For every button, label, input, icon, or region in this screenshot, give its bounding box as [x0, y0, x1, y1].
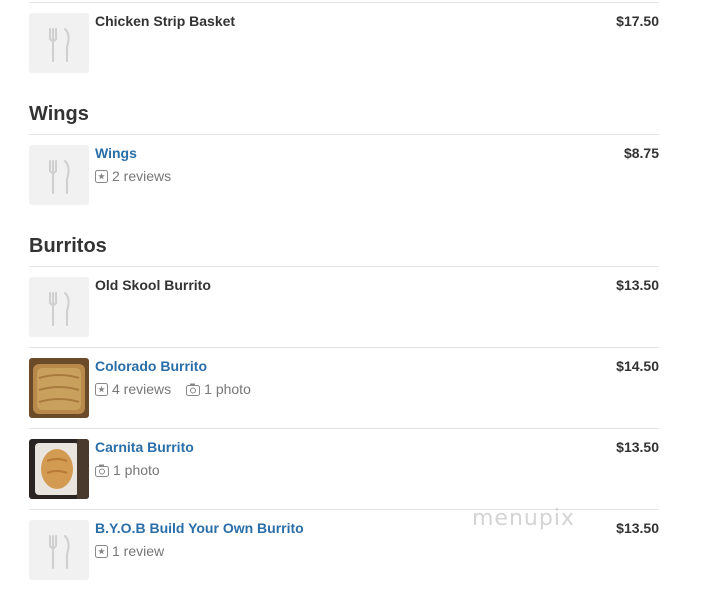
- section-divider: [29, 266, 659, 267]
- photos-link[interactable]: 1 photo: [186, 381, 251, 397]
- item-name-link[interactable]: B.Y.O.B Build Your Own Burrito: [95, 520, 304, 536]
- photos-count: 1 photo: [113, 462, 160, 478]
- item-price: $13.50: [616, 520, 659, 536]
- utensils-placeholder-icon: [29, 145, 89, 205]
- camera-icon: [95, 464, 109, 477]
- item-meta: 1 review: [95, 543, 164, 559]
- top-divider: [29, 2, 659, 3]
- reviews-link[interactable]: 2 reviews: [95, 168, 171, 184]
- item-price: $13.50: [616, 439, 659, 455]
- star-icon: [95, 544, 108, 558]
- food-photo[interactable]: [29, 439, 89, 499]
- utensils-placeholder-icon: [29, 520, 89, 580]
- item-name-link[interactable]: Colorado Burrito: [95, 358, 207, 374]
- star-icon: [95, 382, 108, 396]
- photos-count: 1 photo: [204, 381, 251, 397]
- section-title-burritos: Burritos: [29, 235, 107, 257]
- reviews-link[interactable]: 1 review: [95, 543, 164, 559]
- item-name-link[interactable]: Wings: [95, 145, 137, 161]
- item-price: $8.75: [623, 145, 659, 161]
- item-meta: 4 reviews 1 photo: [95, 381, 251, 397]
- reviews-count: 1 review: [112, 543, 165, 559]
- camera-icon: [186, 383, 201, 396]
- item-name: Chicken Strip Basket: [95, 13, 236, 29]
- food-photo[interactable]: [29, 358, 89, 418]
- star-icon: [95, 169, 108, 183]
- section-divider: [29, 134, 659, 135]
- item-divider: [29, 428, 659, 429]
- reviews-link[interactable]: 4 reviews: [95, 381, 171, 397]
- item-meta: 1 photo: [95, 462, 160, 478]
- item-price: $13.50: [616, 277, 659, 293]
- item-divider: [29, 347, 659, 348]
- reviews-count: 4 reviews: [112, 381, 172, 397]
- item-name: Old Skool Burrito: [95, 277, 211, 293]
- item-name-link[interactable]: Carnita Burrito: [95, 439, 194, 455]
- item-price: $14.50: [616, 358, 659, 374]
- utensils-placeholder-icon: [29, 277, 89, 337]
- section-title-wings: Wings: [29, 103, 89, 125]
- photos-link[interactable]: 1 photo: [95, 462, 160, 478]
- item-meta: 2 reviews: [95, 168, 171, 184]
- reviews-count: 2 reviews: [112, 168, 172, 184]
- utensils-placeholder-icon: [29, 13, 89, 73]
- watermark: menupix: [472, 506, 575, 531]
- item-price: $17.50: [616, 13, 659, 29]
